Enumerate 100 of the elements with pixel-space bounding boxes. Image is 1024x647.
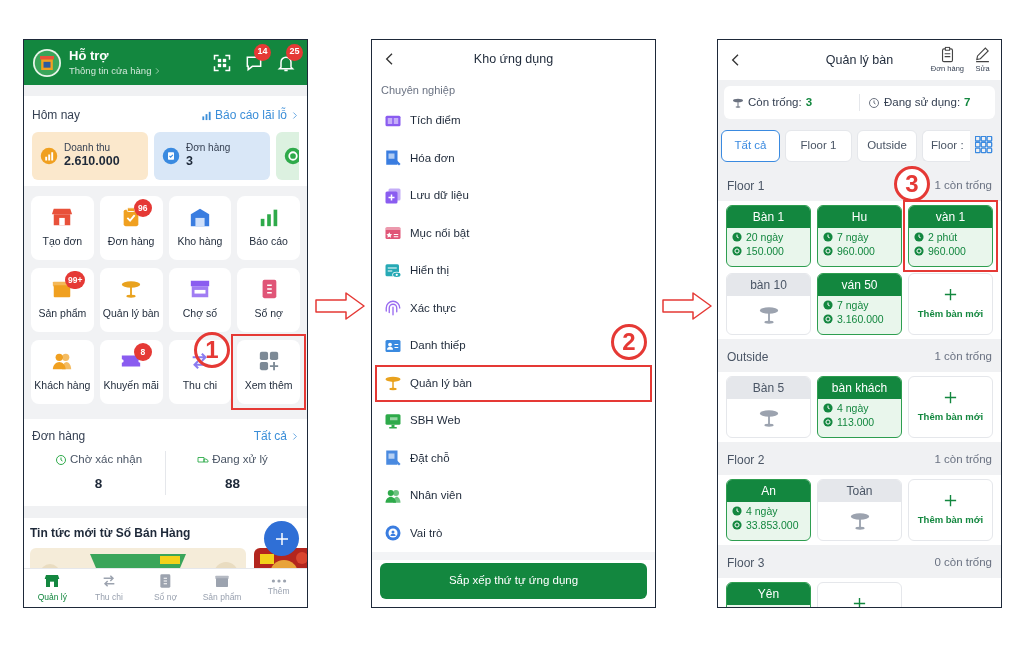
plus-icon bbox=[943, 493, 958, 508]
coin-icon bbox=[732, 519, 742, 530]
arrow-icon bbox=[314, 292, 365, 320]
stat-value: 3 bbox=[186, 154, 194, 171]
stat-card[interactable]: Doanh thu 2.610.000 bbox=[32, 132, 148, 180]
elapsed-time: 7 ngày bbox=[837, 232, 869, 243]
chevron-right-icon bbox=[290, 431, 299, 441]
filter-tab[interactable]: Outside bbox=[857, 130, 917, 162]
clock-icon bbox=[823, 403, 833, 414]
qr-code-icon[interactable] bbox=[212, 52, 232, 73]
amount: 960.000 bbox=[837, 245, 875, 256]
nav-tab[interactable]: Quản lý bbox=[24, 569, 81, 607]
app-tile[interactable]: Khuyến mãi 8 bbox=[99, 340, 163, 404]
grid-view-icon[interactable] bbox=[975, 136, 995, 156]
store-logo-icon[interactable] bbox=[33, 48, 61, 77]
elapsed-time: 20 ngày bbox=[746, 232, 784, 243]
coin-icon bbox=[823, 313, 833, 324]
app-list-item[interactable]: Xác thực bbox=[375, 289, 652, 327]
plus-icon bbox=[943, 287, 958, 302]
chevron-right-icon bbox=[290, 110, 299, 120]
table-card[interactable]: Toàn bbox=[817, 479, 902, 541]
screen-title: Quản lý bàn bbox=[824, 51, 895, 69]
app-list-item[interactable]: Hiển thị bbox=[375, 252, 652, 290]
table-card[interactable]: ván 50 7 ngày 3.160.000 bbox=[817, 273, 902, 335]
app-tile[interactable]: Khách hàng bbox=[31, 340, 94, 404]
app-list-item[interactable]: Mục nổi bật bbox=[375, 214, 652, 252]
table-icon bbox=[384, 374, 402, 393]
filter-tab[interactable]: Floor 1 bbox=[785, 130, 852, 162]
app-list-item[interactable]: Hóa đơn bbox=[375, 139, 652, 177]
profit-report-link[interactable]: Báo cáo lãi lỗ bbox=[200, 106, 299, 124]
see-all-link[interactable]: Tất cả bbox=[253, 427, 299, 445]
add-table-button[interactable]: Thêm bàn mới bbox=[908, 376, 993, 438]
app-tile[interactable]: Báo cáo bbox=[237, 196, 300, 260]
step-number: 2 bbox=[611, 324, 647, 360]
app-list-item[interactable]: Nhân viên bbox=[375, 477, 652, 515]
area-name: Floor 3 bbox=[727, 555, 765, 572]
table-card[interactable]: Hu 7 ngày 960.000 bbox=[817, 205, 902, 267]
table-card[interactable]: Bàn 1 20 ngày 150.000 bbox=[726, 205, 811, 267]
table-name: Hu bbox=[818, 206, 901, 228]
table-card[interactable]: bàn khách 4 ngày 113.000 bbox=[817, 376, 902, 438]
document-icon bbox=[384, 149, 402, 168]
document-icon bbox=[384, 449, 402, 468]
bar-chart-icon bbox=[40, 147, 58, 165]
table-card[interactable]: vàn 1 2 phút 960.000 bbox=[908, 205, 993, 267]
screen-eye-icon bbox=[384, 261, 402, 280]
store-icon bbox=[44, 572, 61, 589]
summary-value: 3 bbox=[805, 94, 813, 110]
table-icon bbox=[848, 510, 871, 532]
arrange-apps-button[interactable]: Sắp xếp thứ tự ứng dụng bbox=[380, 563, 647, 599]
fingerprint-icon bbox=[384, 299, 402, 318]
app-tile[interactable]: Sản phẩm 99+ bbox=[31, 268, 94, 332]
app-tile[interactable]: Tạo đơn bbox=[31, 196, 94, 260]
pencil-icon bbox=[974, 45, 991, 63]
clock-icon bbox=[823, 300, 833, 311]
app-list-item[interactable]: Tích điểm bbox=[375, 102, 652, 140]
app-tile[interactable]: Kho hàng bbox=[168, 196, 232, 260]
table-card[interactable]: An 4 ngày 33.853.000 bbox=[726, 479, 811, 541]
app-tile[interactable]: Xem thêm bbox=[237, 340, 300, 404]
free-count: 1 còn trống bbox=[934, 178, 992, 194]
screen-title: Kho ứng dụng bbox=[472, 50, 555, 68]
section-label: Chuyên nghiệp bbox=[381, 82, 455, 98]
amount: 113.000 bbox=[837, 416, 875, 427]
app-tile[interactable]: Chợ số bbox=[168, 268, 232, 332]
amount: 33.853.000 bbox=[746, 519, 799, 530]
app-tile[interactable]: Sổ nợ bbox=[237, 268, 300, 332]
summary-label: Còn trống: bbox=[748, 94, 802, 110]
app-list-item[interactable]: SBH Web bbox=[375, 402, 652, 440]
app-list-item[interactable]: Quản lý bàn bbox=[375, 364, 652, 402]
order-count: 88 bbox=[225, 475, 240, 494]
free-count: 0 còn trống bbox=[934, 555, 992, 571]
step-number: 3 bbox=[894, 166, 930, 202]
clock-icon bbox=[54, 453, 67, 466]
more-icon bbox=[270, 578, 287, 583]
table-card[interactable]: Bàn 5 bbox=[726, 376, 811, 438]
free-count: 1 còn trống bbox=[934, 349, 992, 365]
add-table-button[interactable]: Thêm bàn mới bbox=[908, 273, 993, 335]
notification-count: 99+ bbox=[65, 271, 86, 289]
app-tile[interactable]: Quản lý bàn bbox=[99, 268, 163, 332]
filter-tab[interactable]: Tất cả bbox=[721, 130, 780, 162]
table-icon bbox=[732, 96, 744, 109]
filter-tab[interactable]: Floor : bbox=[922, 130, 970, 162]
arrow-icon bbox=[661, 292, 712, 320]
area-name: Floor 1 bbox=[727, 178, 765, 195]
table-name: bàn 10 bbox=[727, 274, 810, 296]
stat-card[interactable]: Đơn hàng 3 bbox=[154, 132, 270, 180]
table-card[interactable]: Yên bbox=[726, 582, 811, 607]
summary-label: Đang sử dụng: bbox=[884, 94, 961, 110]
clock-icon bbox=[823, 232, 833, 243]
app-list-item[interactable]: Đặt chỗ bbox=[375, 439, 652, 477]
table-name: Toàn bbox=[818, 480, 901, 502]
add-table-button[interactable]: Thêm bàn mới bbox=[908, 479, 993, 541]
table-card[interactable]: bàn 10 bbox=[726, 273, 811, 335]
store-info-link[interactable]: Thông tin cửa hàng bbox=[69, 64, 152, 77]
app-list-item[interactable]: Vai trò bbox=[375, 514, 652, 552]
app-tile[interactable]: Đơn hàng 96 bbox=[99, 196, 163, 260]
apps-icon bbox=[257, 350, 280, 373]
bar-chart-icon bbox=[200, 109, 212, 121]
app-list-item[interactable]: Lưu dữ liệu bbox=[375, 177, 652, 215]
amount: 960.000 bbox=[928, 245, 966, 256]
order-status-label: Chờ xác nhận bbox=[69, 452, 143, 467]
